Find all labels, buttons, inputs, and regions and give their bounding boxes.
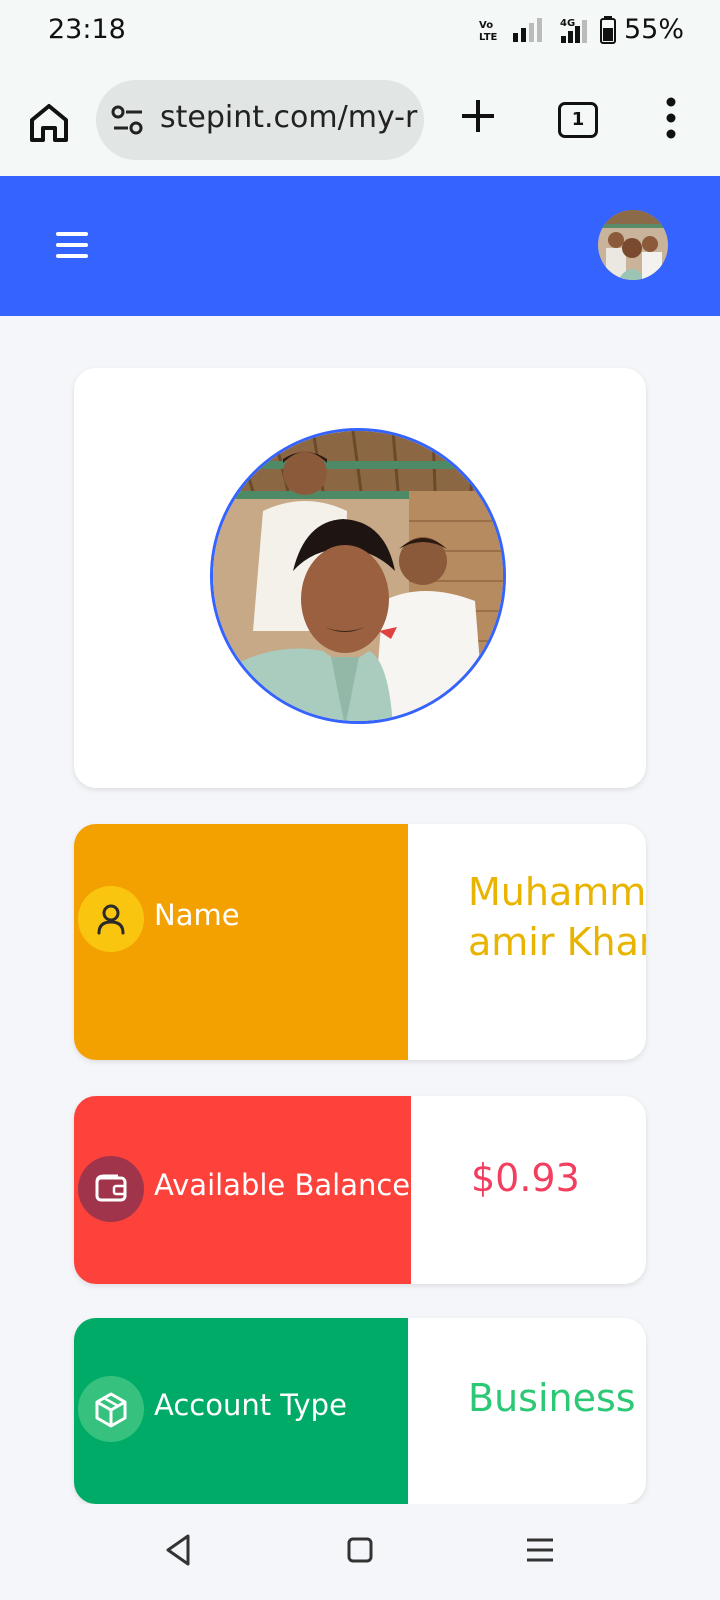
recents-icon[interactable]: [520, 1530, 560, 1570]
account-type-card: Account Type Business: [74, 1318, 646, 1504]
status-time: 23:18: [48, 14, 126, 45]
account-type-value: Business: [468, 1376, 636, 1420]
hamburger-icon[interactable]: [56, 232, 88, 258]
status-bar: 23:18 Vo LTE 4G 55%: [0, 0, 720, 66]
system-nav-bar: [0, 1504, 720, 1600]
svg-text:4G: 4G: [560, 18, 575, 29]
volte-icon: Vo LTE: [479, 20, 498, 42]
user-icon: [78, 886, 144, 952]
avatar[interactable]: [598, 210, 668, 280]
plus-icon[interactable]: [458, 96, 498, 136]
balance-label: Available Balance: [154, 1168, 411, 1202]
home-square-icon[interactable]: [340, 1530, 380, 1570]
profile-photo-card: [74, 368, 646, 788]
tune-icon[interactable]: [110, 104, 146, 136]
name-value-line1: Muhamm: [468, 870, 646, 914]
status-icons: Vo LTE 4G 55%: [478, 14, 684, 45]
name-value-line2: amir Khar: [468, 920, 646, 964]
more-vert-icon[interactable]: [664, 96, 678, 140]
url-bar[interactable]: stepint.com/my-r: [96, 80, 424, 160]
app-header: [0, 176, 720, 316]
name-label: Name: [154, 898, 240, 932]
balance-value: $0.93: [471, 1156, 580, 1200]
signal-icon: [512, 17, 542, 42]
back-icon[interactable]: [160, 1530, 200, 1570]
signal-4g-icon: 4G: [560, 18, 587, 43]
profile-photo: [210, 428, 506, 724]
browser-toolbar: stepint.com/my-r 1: [0, 66, 720, 176]
tab-switcher-button[interactable]: 1: [558, 102, 598, 138]
account-type-label: Account Type: [154, 1388, 347, 1422]
url-text[interactable]: stepint.com/my-r: [160, 100, 417, 135]
wallet-icon: [78, 1156, 144, 1222]
battery-icon: [599, 15, 616, 44]
home-icon[interactable]: [26, 100, 72, 146]
name-card: Name Muhamm amir Khar: [74, 824, 646, 1060]
battery-percent: 55%: [623, 14, 684, 45]
svg-text:LTE: LTE: [479, 32, 498, 42]
svg-text:Vo: Vo: [479, 20, 493, 31]
cube-icon: [78, 1376, 144, 1442]
balance-card: Available Balance $0.93: [74, 1096, 646, 1284]
